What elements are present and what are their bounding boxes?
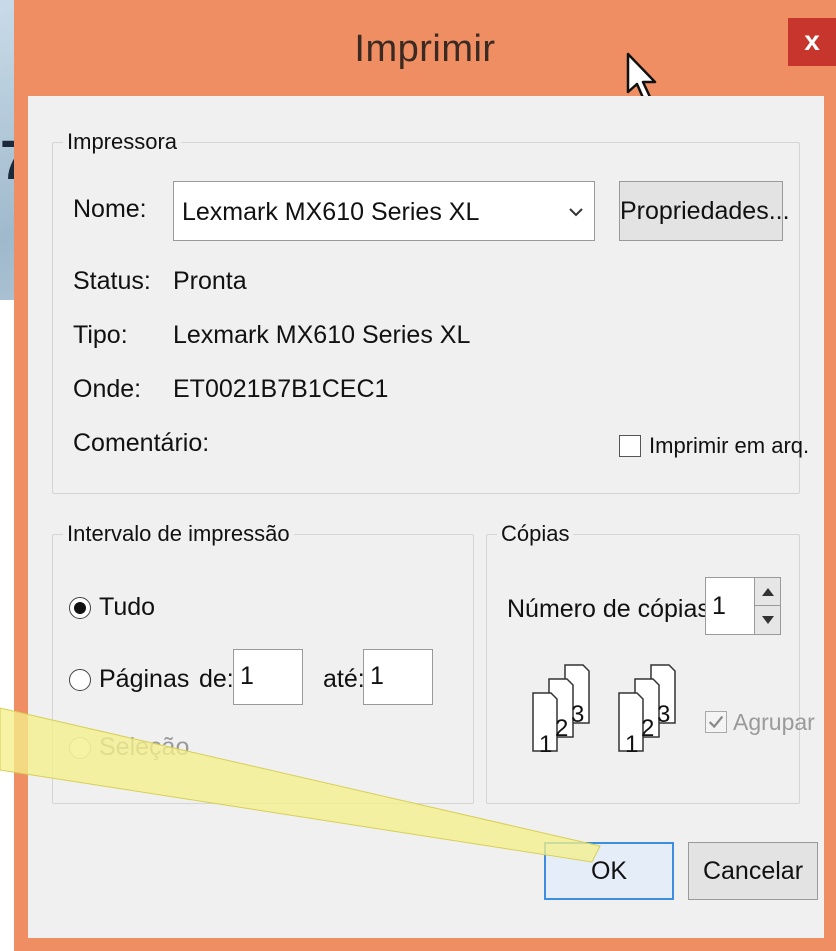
caret-up-icon bbox=[762, 588, 774, 596]
name-label: Nome: bbox=[73, 195, 147, 223]
copies-count-value: 1 bbox=[712, 592, 726, 620]
range-selection-label: Seleção bbox=[99, 733, 190, 761]
print-range-group-label: Intervalo de impressão bbox=[63, 521, 294, 547]
print-dialog: Imprimir x Impressora Nome: Lexmark MX61… bbox=[14, 0, 836, 951]
range-all-label[interactable]: Tudo bbox=[99, 593, 155, 622]
collate-label: Agrupar bbox=[733, 709, 815, 735]
print-to-file-checkbox[interactable] bbox=[619, 435, 641, 457]
ok-button-label: OK bbox=[590, 857, 628, 885]
where-label: Onde: bbox=[73, 375, 142, 403]
page-number-1b: 1 bbox=[625, 731, 639, 758]
printer-group-label: Impressora bbox=[63, 129, 182, 155]
page-number-3a: 3 bbox=[571, 701, 585, 728]
copies-count-stepper[interactable]: 1 bbox=[705, 577, 781, 635]
range-from-label: de: bbox=[199, 665, 234, 693]
cancel-button[interactable]: Cancelar bbox=[688, 842, 818, 900]
page-number-3b: 3 bbox=[657, 701, 671, 728]
collate-checkbox[interactable] bbox=[705, 711, 727, 733]
printer-select-value: Lexmark MX610 Series XL bbox=[182, 198, 480, 226]
type-value: Lexmark MX610 Series XL bbox=[173, 321, 471, 349]
range-selection-radio[interactable] bbox=[69, 737, 91, 759]
print-range-group: Intervalo de impressão Tudo Páginas de: … bbox=[52, 521, 474, 804]
radio-selected-dot bbox=[74, 602, 86, 614]
range-to-value: 1 bbox=[370, 662, 384, 690]
dialog-body: Impressora Nome: Lexmark MX610 Series XL… bbox=[28, 96, 824, 938]
properties-button[interactable]: Propriedades... bbox=[619, 181, 790, 241]
printer-group: Impressora Nome: Lexmark MX610 Series XL… bbox=[52, 129, 809, 494]
checkmark-icon bbox=[708, 715, 724, 729]
spin-down-button[interactable] bbox=[754, 606, 780, 634]
range-from-input[interactable]: 1 bbox=[233, 649, 303, 705]
titlebar: Imprimir x bbox=[14, 0, 836, 102]
print-to-file-label[interactable]: Imprimir em arq. bbox=[649, 433, 809, 459]
where-value: ET0021B7B1CEC1 bbox=[173, 375, 389, 403]
type-label: Tipo: bbox=[73, 321, 128, 349]
range-to-input[interactable]: 1 bbox=[363, 649, 433, 705]
close-button[interactable]: x bbox=[788, 18, 836, 66]
range-to-label: até: bbox=[323, 665, 365, 693]
background-glyph: 7 bbox=[0, 130, 31, 190]
status-value: Pronta bbox=[173, 267, 247, 295]
properties-button-label: Propriedades... bbox=[620, 197, 790, 225]
comment-label: Comentário: bbox=[73, 429, 210, 457]
ok-button[interactable]: OK bbox=[544, 842, 674, 900]
dialog-title: Imprimir bbox=[354, 28, 496, 70]
close-icon: x bbox=[804, 25, 820, 56]
caret-down-icon bbox=[762, 616, 774, 624]
page-number-2b: 2 bbox=[641, 715, 655, 742]
spin-up-button[interactable] bbox=[754, 578, 780, 606]
page-number-1a: 1 bbox=[539, 731, 553, 758]
page-number-2a: 2 bbox=[555, 715, 569, 742]
cancel-button-label: Cancelar bbox=[702, 857, 804, 885]
range-all-radio[interactable] bbox=[69, 597, 91, 619]
copies-group: Cópias Número de cópias: 1 1 2 3 1 2 3 A… bbox=[486, 521, 815, 804]
status-label: Status: bbox=[73, 267, 151, 295]
range-from-value: 1 bbox=[240, 662, 254, 690]
printer-select[interactable]: Lexmark MX610 Series XL bbox=[173, 181, 595, 241]
chevron-down-icon bbox=[569, 208, 583, 217]
range-pages-radio[interactable] bbox=[69, 669, 91, 691]
copies-group-label: Cópias bbox=[497, 521, 574, 547]
copies-count-label: Número de cópias: bbox=[507, 595, 717, 623]
range-pages-label[interactable]: Páginas bbox=[99, 665, 189, 694]
